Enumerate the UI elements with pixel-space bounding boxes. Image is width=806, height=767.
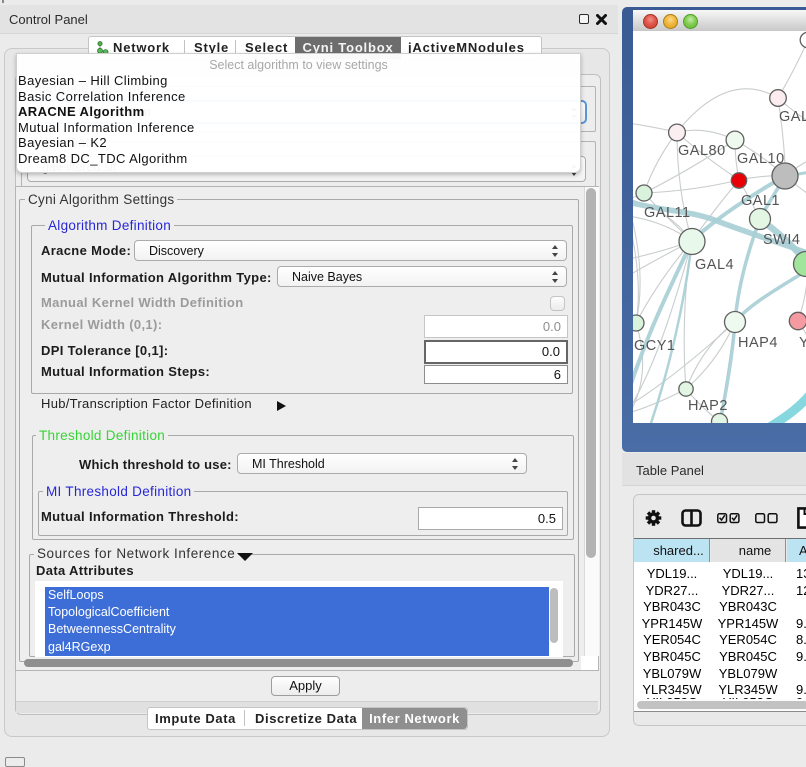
svg-text:GAL: GAL — [779, 109, 806, 125]
svg-text:GAL11: GAL11 — [644, 205, 691, 221]
svg-text:GAL4: GAL4 — [695, 257, 734, 273]
svg-text:SWI4: SWI4 — [763, 232, 800, 248]
svg-text:GAL1: GAL1 — [741, 193, 780, 209]
svg-text:Y: Y — [799, 335, 806, 351]
svg-text:HAP2: HAP2 — [688, 398, 728, 414]
svg-text:GAL80: GAL80 — [678, 143, 726, 159]
svg-text:HAP4: HAP4 — [738, 335, 778, 351]
svg-text:GAL10: GAL10 — [737, 151, 785, 167]
svg-text:GCY1: GCY1 — [634, 338, 676, 354]
